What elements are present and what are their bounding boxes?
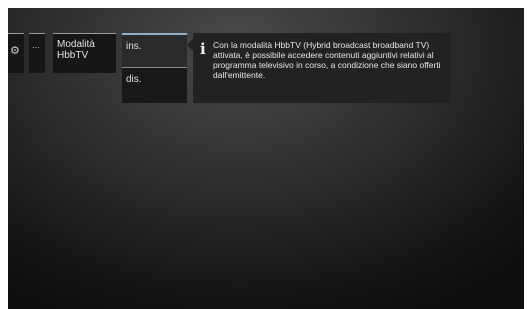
- options-list: ins. dis.: [122, 33, 187, 103]
- menu-item-hbbtv-label: Modalità HbbTV: [57, 39, 95, 61]
- option-off-label: dis.: [126, 74, 142, 85]
- info-panel: i Con la modalità HbbTV (Hybrid broadcas…: [187, 33, 451, 103]
- info-icon: i: [200, 40, 206, 58]
- menu-item-hbbtv-mode[interactable]: Modalità HbbTV: [53, 33, 116, 73]
- tv-screen: ⚙ ... Modalità HbbTV ins. dis. i Con la …: [8, 8, 524, 309]
- gear-icon: ⚙: [10, 45, 20, 57]
- info-panel-pointer: [187, 39, 193, 51]
- option-off[interactable]: dis.: [122, 67, 187, 102]
- option-on-label: ins.: [126, 41, 142, 52]
- option-on[interactable]: ins.: [122, 33, 187, 68]
- settings-menu-item[interactable]: ⚙: [8, 33, 24, 73]
- ellipsis-label: ...: [32, 40, 40, 50]
- breadcrumb-ellipsis[interactable]: ...: [29, 33, 45, 73]
- info-text: Con la modalità HbbTV (Hybrid broadcast …: [213, 40, 441, 80]
